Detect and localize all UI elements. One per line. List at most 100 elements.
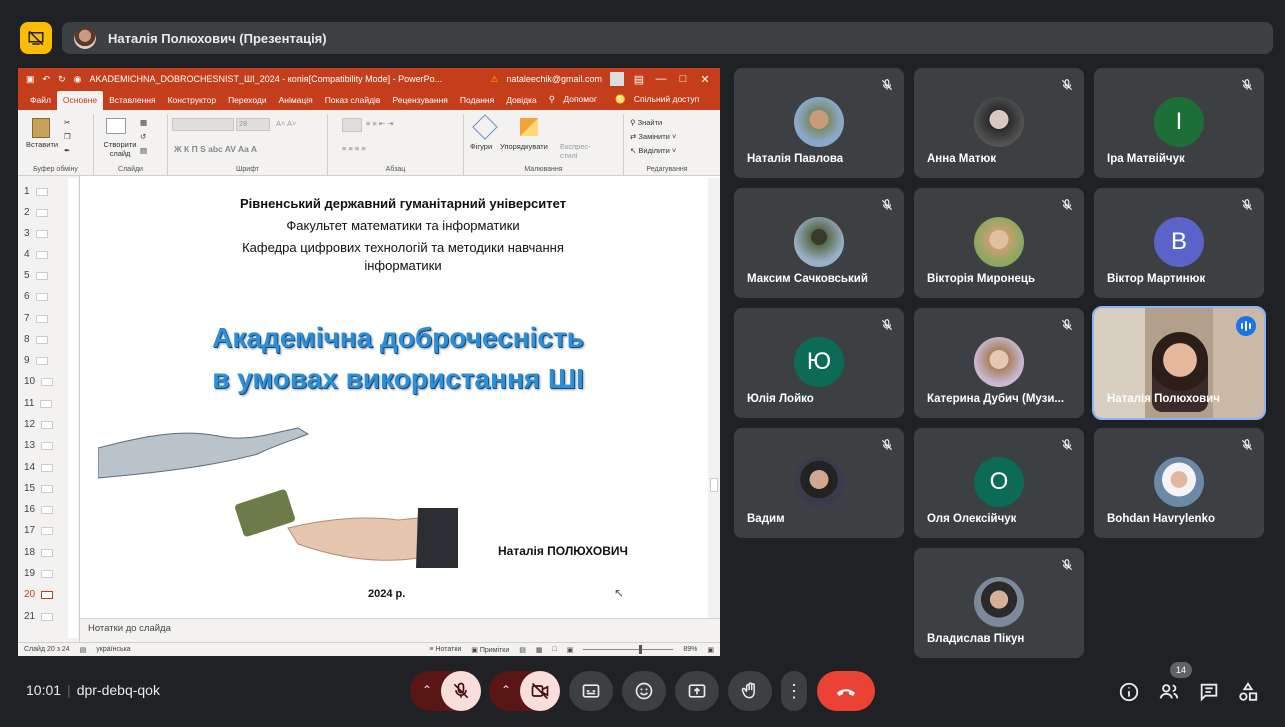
close-icon[interactable]: ✕ [698,73,712,86]
mic-toggle-button[interactable] [441,671,481,711]
slide-thumb[interactable]: 1 [24,186,48,197]
paste-icon[interactable] [32,118,50,138]
stop-presenting-icon[interactable] [20,22,52,54]
reset-icon[interactable]: ↺ [140,132,146,141]
minimize-icon[interactable]: — [654,73,668,85]
slide-thumb-selected[interactable]: 20 [24,589,54,600]
paste-button[interactable]: Вставити [26,140,58,149]
slideshow-icon[interactable]: ◉ [74,74,82,85]
slide-thumb[interactable]: 11 [24,398,53,409]
reactions-button[interactable] [622,671,666,711]
view-sorter-icon[interactable]: ▦ [536,646,543,654]
tab-design[interactable]: Конструктор [162,95,222,110]
participant-tile-active-speaker[interactable]: Наталія Полюхович [1092,306,1266,420]
slide-thumb[interactable]: 3 [24,228,48,239]
slide-thumb[interactable]: 17 [24,525,54,536]
notes-pane[interactable]: Нотатки до слайда [80,618,720,642]
ribbon-display-icon[interactable]: ▤ [632,73,646,86]
slide-thumb[interactable]: 18 [24,547,54,558]
leave-call-button[interactable] [817,671,875,711]
grow-font-icon[interactable]: A˄ A˅ [276,119,296,128]
redo-icon[interactable]: ↻ [58,74,66,85]
captions-button[interactable] [569,671,613,711]
scroll-thumb[interactable] [710,478,718,492]
fit-slide-icon[interactable]: ▣ [707,646,714,654]
tab-share[interactable]: ♋ Спільний доступ [609,94,711,110]
slide-thumb[interactable]: 16 [24,504,54,515]
layout-icon[interactable]: ▦ [140,118,147,127]
slide-thumb[interactable]: 15 [24,483,54,494]
more-options-button[interactable]: ⋮ [781,671,807,711]
text-direction-icon[interactable] [342,118,362,132]
meeting-details-icon[interactable] [1118,681,1140,703]
participant-tile[interactable]: Анна Матюк [914,68,1084,178]
cut-icon[interactable]: ✂ [64,118,70,127]
chat-icon[interactable] [1198,681,1220,703]
slide-thumb[interactable]: 7 [24,313,48,324]
undo-icon[interactable]: ↶ [43,74,51,85]
comments-toggle[interactable]: ▣ Примітки [471,646,509,654]
present-button[interactable] [675,671,719,711]
quick-styles-button[interactable]: Експрес-стилі [560,142,596,160]
slide-thumb[interactable]: 10 [24,376,54,387]
tab-animations[interactable]: Анімація [273,95,319,110]
find-button[interactable]: ⚲ Знайти [630,118,662,127]
participant-tile[interactable]: Вікторія Миронець [914,188,1084,298]
participant-tile[interactable]: Владислав Пікун [914,548,1084,658]
account-avatar-icon[interactable] [610,72,624,86]
slide-thumb[interactable]: 19 [24,568,54,579]
list-buttons[interactable]: ≡ ≡ ⇤ ⇥ [366,119,394,128]
maximize-icon[interactable]: □ [676,73,690,85]
spellcheck-icon[interactable]: ▤ [80,646,87,654]
format-painter-icon[interactable]: ✒ [64,146,70,155]
participant-tile[interactable]: Максим Сачковський [734,188,904,298]
tab-transitions[interactable]: Переходи [222,95,273,110]
language[interactable]: українська [96,646,130,653]
slide-thumb[interactable]: 9 [24,355,48,366]
save-icon[interactable]: ▣ [26,74,35,85]
shapes-icon[interactable] [472,114,498,140]
slide-thumb[interactable]: 12 [24,419,54,430]
slide-thumb[interactable]: 6 [24,291,48,302]
raise-hand-button[interactable] [728,671,772,711]
activities-icon[interactable] [1237,681,1259,703]
tab-home[interactable]: Основне [56,91,104,110]
font-name-dropdown[interactable] [172,118,234,131]
slide-thumb[interactable]: 4 [24,249,48,260]
slide-thumb[interactable]: 14 [24,462,54,473]
participant-tile[interactable]: Наталія Павлова [734,68,904,178]
participant-tile[interactable]: В Віктор Мартинюк [1094,188,1264,298]
new-slide-button[interactable]: Створити слайд [98,140,142,158]
slide-scrollbar[interactable] [708,178,720,618]
shapes-button[interactable]: Фігури [470,142,492,151]
participant-tile[interactable]: Вадим [734,428,904,538]
font-size-dropdown[interactable]: 28 [236,118,270,131]
tab-review[interactable]: Рецензування [386,95,453,110]
arrange-icon[interactable] [520,118,538,136]
slide-thumb[interactable]: 21 [24,611,54,622]
participant-tile[interactable]: О Оля Олексійчук [914,428,1084,538]
tab-view[interactable]: Подання [454,95,500,110]
slide-canvas[interactable]: Рівненський державний гуманітарний уніве… [98,178,708,618]
notes-toggle[interactable]: ≡ Нотатки [429,646,461,653]
slide-thumb[interactable]: 13 [24,440,54,451]
view-slideshow-icon[interactable]: ▣ [567,646,574,654]
font-style-buttons[interactable]: Ж К П S abc AV Aa A [174,144,257,154]
section-icon[interactable]: ▤ [140,146,147,155]
camera-toggle-button[interactable] [520,671,560,711]
participant-tile[interactable]: Bohdan Havrylenko [1094,428,1264,538]
slide-thumb[interactable]: 5 [24,270,48,281]
people-icon[interactable] [1158,681,1180,703]
participant-tile[interactable]: Ю Юлія Лойко [734,308,904,418]
arrange-button[interactable]: Упорядкувати [500,142,548,151]
view-reading-icon[interactable]: □ [553,646,557,653]
slide-thumb[interactable]: 2 [24,207,48,218]
align-buttons[interactable]: ≡ ≡ ≡ ≡ [342,144,366,153]
zoom-level[interactable]: 89% [683,646,697,653]
replace-button[interactable]: ⇄ Замінити ˅ [630,132,676,141]
tab-insert[interactable]: Вставлення [103,95,161,110]
tab-tellme[interactable]: ⚲ Допомог [543,94,609,110]
tab-slideshow[interactable]: Показ слайдів [319,95,387,110]
participant-tile[interactable]: Катерина Дубич (Музи... [914,308,1084,418]
copy-icon[interactable]: ❐ [64,132,71,141]
